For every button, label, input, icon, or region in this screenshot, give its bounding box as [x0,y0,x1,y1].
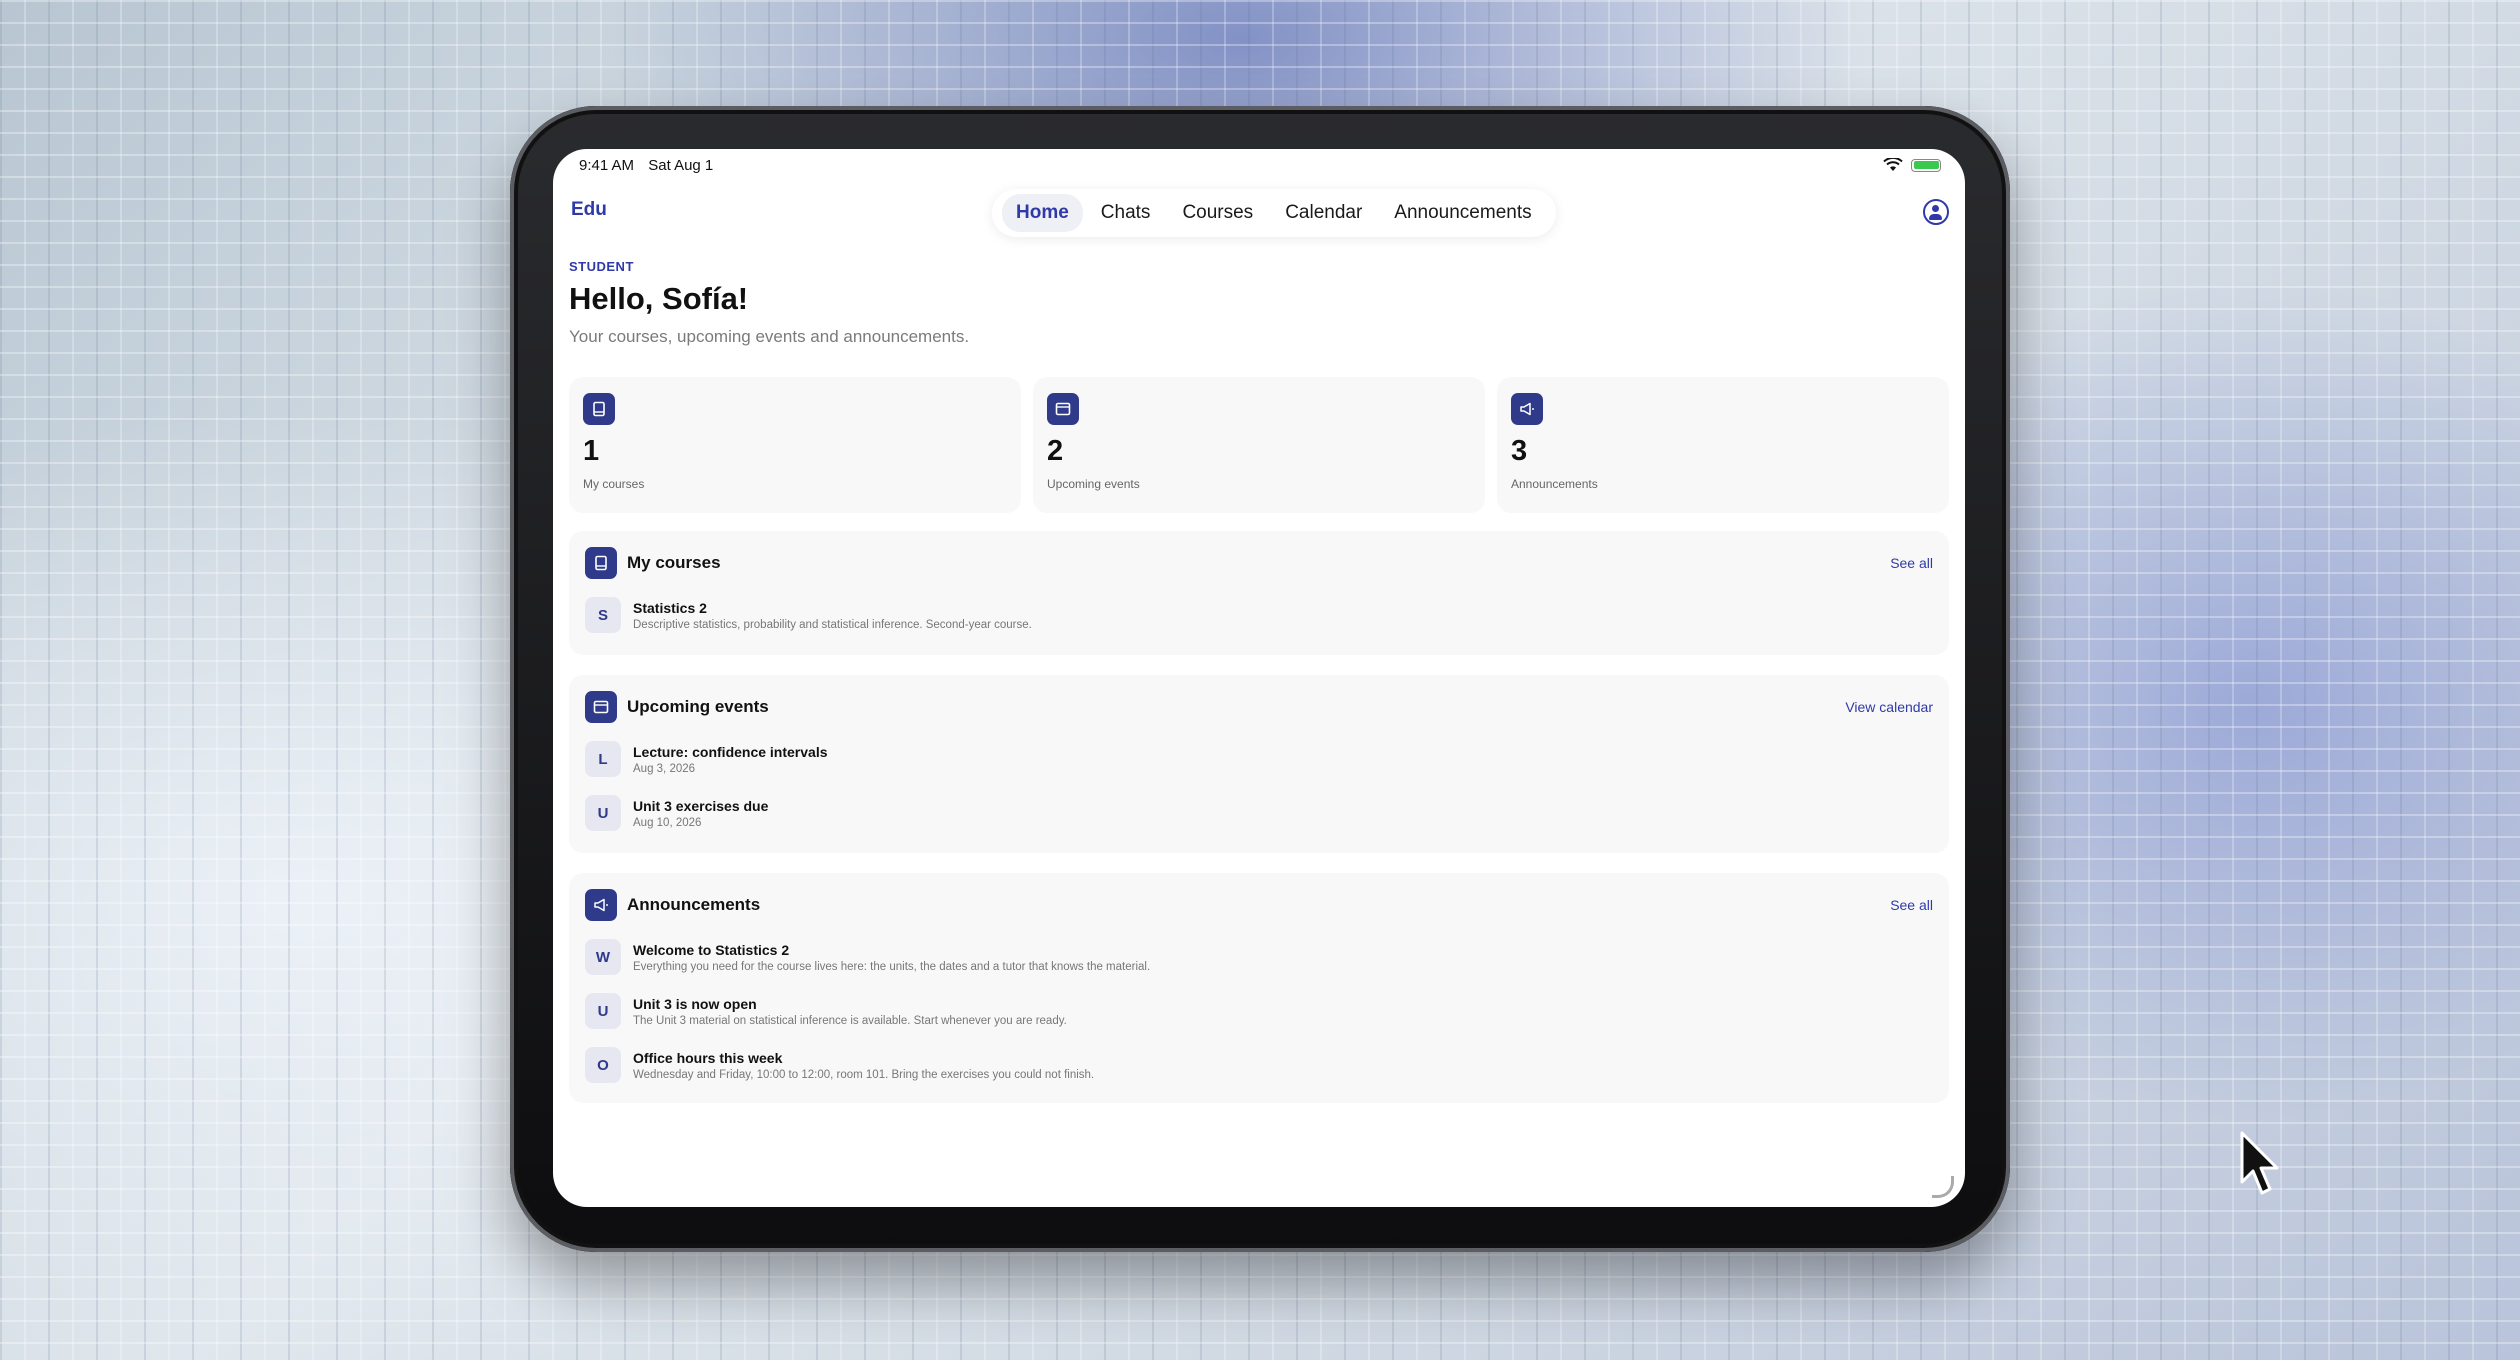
stats-row: 1 My courses 2 Upcoming events 3 Announc… [569,377,1949,513]
list-item[interactable]: S Statistics 2 Descriptive statistics, p… [585,597,1032,633]
top-navigation: Edu Home Chats Courses Calendar Announce… [553,185,1965,241]
item-detail: The Unit 3 material on statistical infer… [633,1014,1067,1027]
megaphone-icon [585,889,617,921]
item-title: Welcome to Statistics 2 [633,941,790,958]
item-title: Unit 3 exercises due [633,797,769,814]
nav-tabs: Home Chats Courses Calendar Announcement… [992,189,1556,237]
stat-label: My courses [583,477,645,491]
item-detail: Aug 3, 2026 [633,762,696,775]
tab-calendar[interactable]: Calendar [1271,194,1376,232]
upcoming-events-section: Upcoming events View calendar L Lecture:… [569,675,1949,853]
item-title: Lecture: confidence intervals [633,743,828,760]
item-detail: Aug 10, 2026 [633,816,702,829]
item-title: Unit 3 is now open [633,995,757,1012]
view-calendar-link[interactable]: View calendar [1845,699,1933,715]
item-detail: Descriptive statistics, probability and … [633,618,1032,631]
announcements-section: Announcements See all W Welcome to Stati… [569,873,1949,1103]
avatar: W [585,939,621,975]
page-subtitle: Your courses, upcoming events and announ… [569,327,970,346]
role-label: STUDENT [569,259,634,274]
see-all-courses-link[interactable]: See all [1890,555,1933,571]
list-item[interactable]: L Lecture: confidence intervals Aug 3, 2… [585,741,828,777]
stat-value: 1 [583,435,600,467]
avatar: U [585,993,621,1029]
profile-icon[interactable] [1923,199,1949,225]
stat-value: 3 [1511,435,1528,467]
tablet-screen: 9:41 AM Sat Aug 1 Edu Home Chats Courses… [553,149,1965,1207]
mouse-pointer-icon [2240,1131,2279,1195]
app-brand[interactable]: Edu [571,199,607,221]
calendar-icon [585,691,617,723]
tab-home[interactable]: Home [1002,194,1083,232]
section-title: Announcements [627,895,761,914]
status-time: 9:41 AM [579,156,635,174]
status-bar: 9:41 AM Sat Aug 1 [553,149,1965,181]
book-icon [585,547,617,579]
stat-label: Announcements [1511,477,1598,491]
stat-label: Upcoming events [1047,477,1140,491]
avatar: O [585,1047,621,1083]
battery-icon [1911,158,1941,172]
list-item[interactable]: W Welcome to Statistics 2 Everything you… [585,939,1150,975]
item-detail: Everything you need for the course lives… [633,960,1151,973]
book-icon [583,393,615,425]
stat-card-courses[interactable]: 1 My courses [569,377,1021,513]
stat-value: 2 [1047,435,1064,467]
item-title: Office hours this week [633,1049,783,1066]
section-title: Upcoming events [627,697,769,716]
avatar: S [585,597,621,633]
page-title: Hello, Sofía! [569,281,749,316]
avatar: L [585,741,621,777]
stat-card-events[interactable]: 2 Upcoming events [1033,377,1485,513]
item-detail: Wednesday and Friday, 10:00 to 12:00, ro… [633,1068,1095,1081]
section-title: My courses [627,553,721,572]
list-item[interactable]: U Unit 3 exercises due Aug 10, 2026 [585,795,768,831]
tab-chats[interactable]: Chats [1087,194,1165,232]
list-item[interactable]: O Office hours this week Wednesday and F… [585,1047,1094,1083]
see-all-announcements-link[interactable]: See all [1890,897,1933,913]
item-title: Statistics 2 [633,599,707,616]
calendar-icon [1047,393,1079,425]
avatar: U [585,795,621,831]
tab-courses[interactable]: Courses [1168,194,1267,232]
tab-announcements[interactable]: Announcements [1380,194,1545,232]
stat-card-announcements[interactable]: 3 Announcements [1497,377,1949,513]
my-courses-section: My courses See all S Statistics 2 Descri… [569,531,1949,655]
megaphone-icon [1511,393,1543,425]
list-item[interactable]: U Unit 3 is now open The Unit 3 material… [585,993,1067,1029]
wifi-icon [1883,158,1903,171]
status-date: Sat Aug 1 [648,156,714,174]
